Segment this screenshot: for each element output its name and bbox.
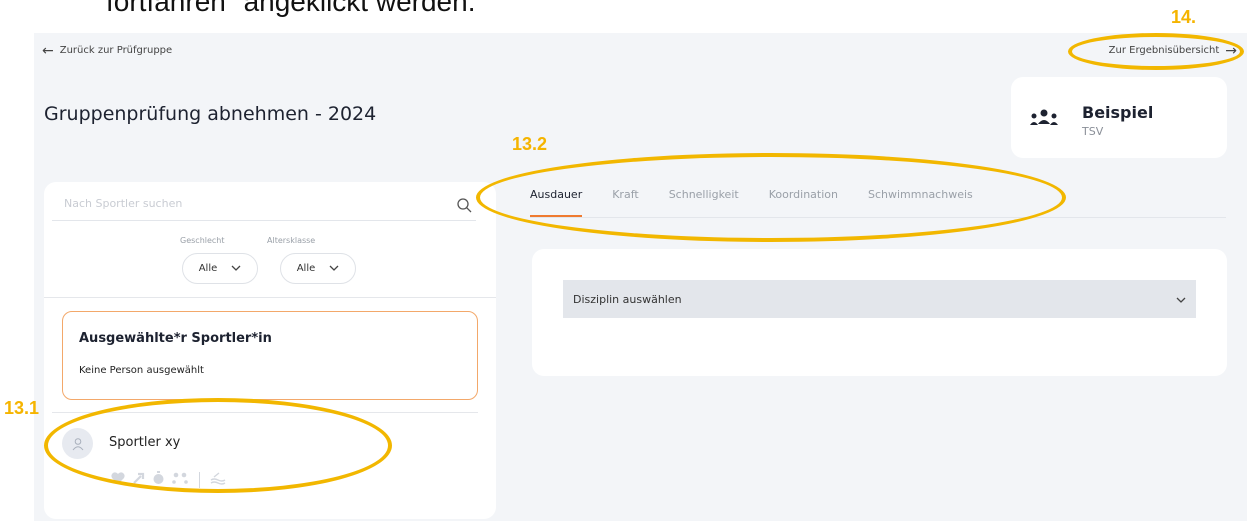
filter-divider [44,297,496,298]
annotation-ring-13-1 [44,398,392,493]
back-link-label: Zurück zur Prüfgruppe [59,45,173,56]
search-icon[interactable] [457,198,472,217]
selected-athlete-card: Ausgewählte*r Sportler*in Keine Person a… [62,311,478,400]
arrow-left-icon: ← [42,42,54,59]
discipline-content-card: Disziplin auswählen [532,249,1227,376]
back-link[interactable]: ← Zurück zur Prüfgruppe [42,42,173,59]
discipline-select-label: Disziplin auswählen [573,292,682,306]
annotation-label-13-1: 13.1 [4,398,40,418]
selected-athlete-status: Keine Person ausgewählt [79,365,204,376]
club-name: Beispiel [1082,103,1154,122]
gender-dropdown-value: Alle [198,263,218,274]
ageclass-dropdown[interactable]: Alle [280,253,356,284]
chevron-down-icon [231,263,241,274]
group-icon [1029,109,1059,131]
selected-athlete-title: Ausgewählte*r Sportler*in [79,331,272,346]
annotation-label-14: 14. [1171,7,1197,27]
annotation-ring-13-2 [476,153,1066,242]
chevron-down-icon [329,263,339,274]
document-text: fortfahren" angeklickt werden. [106,0,476,17]
club-type: TSV [1082,125,1104,138]
ageclass-filter-label: Altersklasse [267,236,316,245]
athlete-search-input[interactable] [62,196,466,211]
page-title: Gruppenprüfung abnehmen - 2024 [44,103,377,125]
gender-dropdown[interactable]: Alle [182,253,258,284]
ageclass-dropdown-value: Alle [296,263,316,274]
annotation-label-13-2: 13.2 [512,134,548,154]
gender-filter-label: Geschlecht [180,236,225,245]
discipline-select[interactable]: Disziplin auswählen [563,280,1196,318]
annotation-ring-14 [1068,33,1244,70]
club-card: Beispiel TSV [1011,77,1227,158]
chevron-down-icon [1176,293,1186,306]
search-divider [52,220,476,221]
